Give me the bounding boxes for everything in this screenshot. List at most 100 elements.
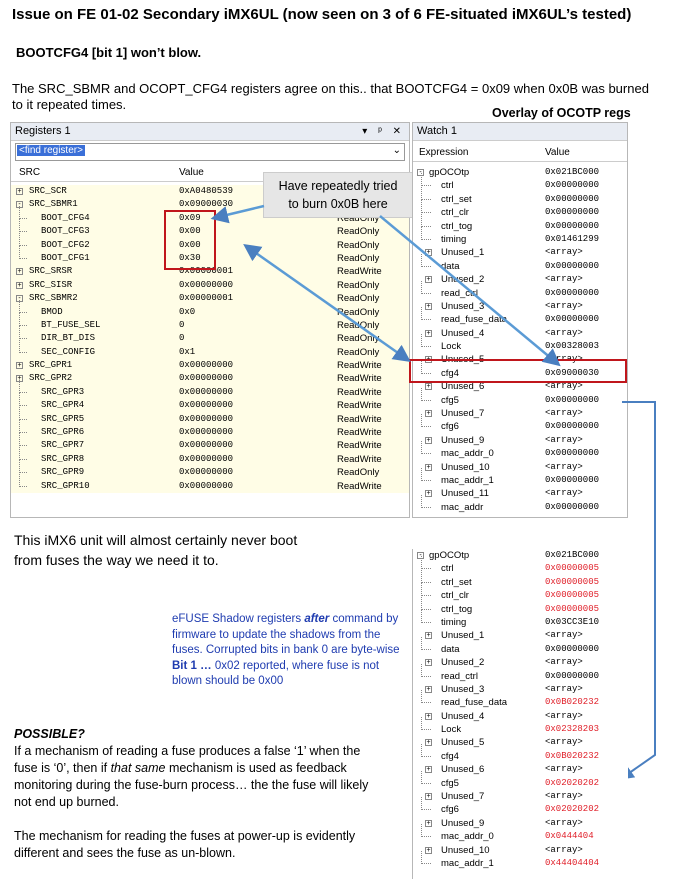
watch-value[interactable]: 0x00000000 [545,643,599,656]
watch-value[interactable]: <array> [545,790,583,803]
watch-row[interactable]: + Unused_4 <array> [413,710,628,723]
watch-row[interactable]: mac_addr_1 0x44404404 [413,850,628,870]
tree-guide-icon [421,556,431,570]
watch-name: ctrl [441,563,454,575]
efuse-note-em: after [304,613,330,625]
watch-row[interactable]: + Unused_10 <array> [413,844,628,857]
efuse-note-bold: Bit 1 … [172,659,212,672]
watch-name: cfg4 [441,750,459,762]
tree-guide-icon [421,583,431,597]
watch-name: mac_addr_0 [441,831,494,843]
tree-guide-icon [421,850,431,864]
tree-guide-icon [421,770,431,784]
watch-name: cfg5 [441,777,459,789]
tree-guide-icon [421,743,431,757]
possible-paragraph-1: If a mechanism of reading a fuse produce… [14,743,384,811]
watch-value[interactable]: 0x00000005 [545,562,599,575]
watch-name: Lock [441,724,462,736]
watch-value[interactable]: 0x44404404 [545,857,599,870]
watch-name: read_fuse_data [441,697,508,709]
watch-value[interactable]: 0x02020202 [545,777,599,790]
watch-name: data [441,643,460,655]
watch-value[interactable]: 0x021BC000 [545,549,599,562]
watch2-panel: - gpOCOtp 0x021BC000 ctrl 0x00000005 ctrl_set… [412,549,628,879]
possible-section: POSSIBLE? If a mechanism of reading a fu… [14,726,384,862]
tree-guide-icon [421,596,431,610]
watch-value[interactable]: <array> [545,683,583,696]
watch-row[interactable]: ctrl_tog 0x00000005 [413,596,628,616]
watch-value[interactable]: 0x02328203 [545,723,599,736]
possible-em: that same [110,761,166,775]
watch-name: Unused_3 [441,683,485,695]
watch-name: mac_addr_1 [441,857,494,869]
watch-name: Unused_9 [441,817,485,829]
watch-value[interactable]: <array> [545,710,583,723]
watch-name: Unused_6 [441,764,485,776]
watch-row[interactable]: timing 0x03CC3E10 [413,609,628,629]
watch-value[interactable]: 0x00000005 [545,603,599,616]
watch-value[interactable]: 0x0B020232 [545,696,599,709]
watch-name: timing [441,616,467,628]
watch-row[interactable]: - gpOCOtp 0x021BC000 [413,549,628,562]
watch-value[interactable]: <array> [545,656,583,669]
tree-guide-icon [421,636,431,650]
watch-value[interactable]: 0x00000005 [545,576,599,589]
watch-value[interactable]: <array> [545,817,583,830]
watch-row[interactable]: cfg6 0x02020202 [413,797,628,816]
tree-guide-icon [421,824,431,838]
watch-row[interactable]: cfg5 0x02020202 [413,770,628,790]
watch-name: gpOCOtp [429,550,470,561]
watch-row[interactable]: + Unused_2 <array> [413,656,628,669]
watch-row[interactable]: + Unused_1 <array> [413,629,628,642]
watch-row[interactable]: data 0x00000000 [413,636,628,656]
watch-name: Unused_7 [441,791,485,803]
tree-guide-icon [421,717,431,731]
watch-row[interactable]: + Unused_9 <array> [413,817,628,830]
watch-row[interactable]: ctrl_set 0x00000005 [413,569,628,589]
efuse-note-p1: eFUSE Shadow registers [172,613,305,625]
possible-heading: POSSIBLE? [14,727,85,741]
watch-row[interactable]: mac_addr_0 0x0444404 [413,824,628,843]
tree-guide-icon [421,797,431,811]
watch-row[interactable]: + Unused_6 <array> [413,763,628,776]
tree-guide-icon [421,569,431,583]
watch-name: cfg6 [441,804,459,816]
arrow-callout-to-cfg4 [379,215,561,367]
watch-value[interactable]: 0x03CC3E10 [545,616,599,629]
watch-row[interactable]: ctrl_clr 0x00000005 [413,583,628,602]
arrow-callout-to-bootcfg [210,204,265,224]
watch-row[interactable]: read_ctrl 0x00000000 [413,663,628,683]
watch-value[interactable]: 0x0B020232 [545,750,599,763]
watch-row[interactable]: ctrl 0x00000005 [413,556,628,575]
arrow-bootcfg-to-cfg4 [243,243,411,363]
watch-name: Unused_2 [441,657,485,669]
watch-row[interactable]: cfg4 0x0B020232 [413,743,628,763]
tree-guide-icon [421,663,431,677]
watch-name: Unused_5 [441,737,485,749]
watch-value[interactable]: 0x00000005 [545,589,599,602]
never-boot-note: This iMX6 unit will almost certainly nev… [14,532,298,568]
watch-name: Unused_1 [441,630,485,642]
watch-name: ctrl_set [441,576,472,588]
watch-value[interactable]: 0x02020202 [545,803,599,816]
watch-name: Unused_10 [441,844,490,856]
watch-value[interactable]: <array> [545,629,583,642]
watch2-list: - gpOCOtp 0x021BC000 ctrl 0x00000005 ctrl_set… [413,549,628,870]
watch-value[interactable]: 0x00000000 [545,670,599,683]
watch-row[interactable]: + Unused_5 <array> [413,736,628,749]
tree-guide-icon [421,609,431,623]
watch-value[interactable]: <array> [545,736,583,749]
watch-row[interactable]: + Unused_7 <array> [413,790,628,803]
watch-value[interactable]: <array> [545,763,583,776]
watch-name: read_ctrl [441,670,478,682]
watch-name: Unused_4 [441,710,485,722]
watch-row[interactable]: Lock 0x02328203 [413,717,628,736]
watch-value[interactable]: <array> [545,844,583,857]
watch-value[interactable]: 0x0444404 [545,830,594,843]
watch-row[interactable]: + Unused_3 <array> [413,683,628,696]
efuse-note: eFUSE Shadow registers after command by … [172,612,404,690]
watch-name: ctrl_clr [441,590,469,602]
watch-row[interactable]: read_fuse_data 0x0B020232 [413,690,628,709]
watch-name: ctrl_tog [441,603,473,615]
possible-paragraph-2: The mechanism for reading the fuses at p… [14,829,356,860]
